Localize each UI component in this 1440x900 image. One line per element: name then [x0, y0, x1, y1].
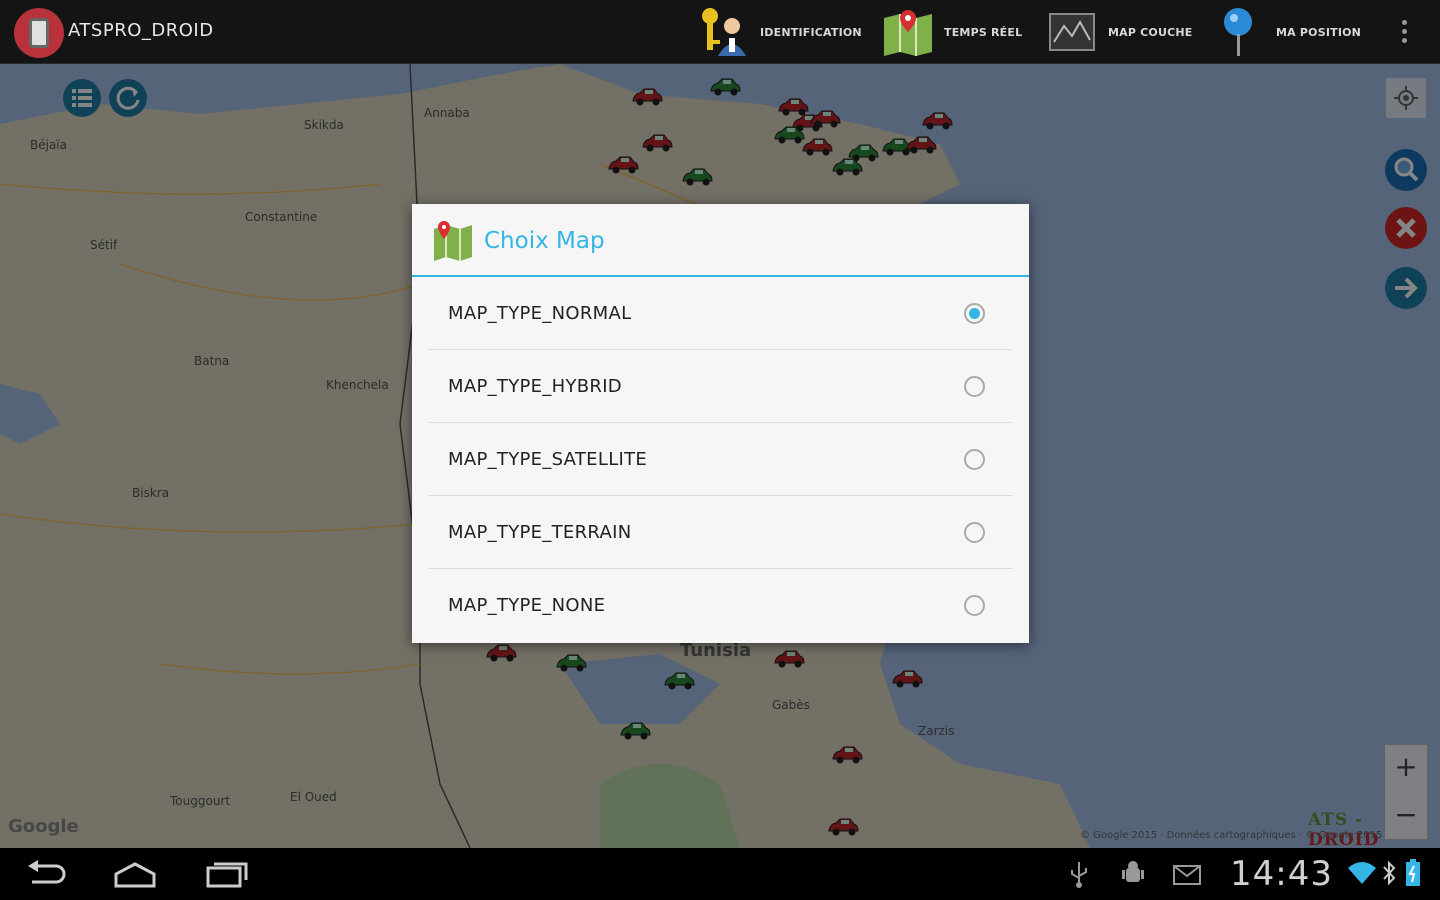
- system-nav-bar: 14:43: [0, 848, 1440, 900]
- action-map-couche[interactable]: MAP COUCHE: [1044, 0, 1193, 64]
- status-clock[interactable]: 14:43: [1230, 854, 1333, 894]
- map-layer-icon: [1044, 4, 1100, 60]
- radio-selected-icon[interactable]: [964, 303, 985, 324]
- option-label: MAP_TYPE_SATELLITE: [448, 449, 648, 470]
- dialog-title: Choix Map: [484, 228, 605, 254]
- option-label: MAP_TYPE_HYBRID: [448, 376, 622, 397]
- action-label: TEMPS RÉEL: [944, 25, 1023, 39]
- bluetooth-icon: [1382, 860, 1396, 890]
- action-label: IDENTIFICATION: [760, 25, 862, 39]
- wifi-icon: [1346, 860, 1378, 890]
- dialog-header: Choix Map: [412, 204, 1029, 277]
- radio-unselected-icon[interactable]: [964, 522, 985, 543]
- map-type-options: MAP_TYPE_NORMAL MAP_TYPE_HYBRID MAP_TYPE…: [412, 277, 1029, 642]
- recent-apps-icon[interactable]: [204, 860, 250, 892]
- map-pin-icon: [432, 221, 474, 261]
- option-map-type-terrain[interactable]: MAP_TYPE_TERRAIN: [428, 496, 1013, 569]
- map-pin-icon: [880, 4, 936, 60]
- back-icon[interactable]: [24, 860, 68, 892]
- option-map-type-hybrid[interactable]: MAP_TYPE_HYBRID: [428, 350, 1013, 423]
- radio-unselected-icon[interactable]: [964, 449, 985, 470]
- action-ma-position[interactable]: MA POSITION: [1212, 0, 1361, 64]
- action-label: MAP COUCHE: [1108, 25, 1193, 39]
- option-map-type-none[interactable]: MAP_TYPE_NONE: [428, 569, 1013, 642]
- action-temps-reel[interactable]: TEMPS RÉEL: [880, 0, 1022, 64]
- radio-unselected-icon[interactable]: [964, 376, 985, 397]
- map-type-dialog: Choix Map MAP_TYPE_NORMAL MAP_TYPE_HYBRI…: [412, 204, 1029, 643]
- overflow-menu-icon[interactable]: [1394, 16, 1414, 48]
- option-label: MAP_TYPE_TERRAIN: [448, 522, 632, 543]
- option-map-type-normal[interactable]: MAP_TYPE_NORMAL: [428, 277, 1013, 350]
- radio-unselected-icon[interactable]: [964, 595, 985, 616]
- mail-icon: [1172, 864, 1202, 890]
- app-logo-icon[interactable]: [14, 8, 64, 58]
- action-label: MA POSITION: [1276, 25, 1362, 39]
- app-title: ATSPRO_DROID: [68, 20, 214, 41]
- option-map-type-satellite[interactable]: MAP_TYPE_SATELLITE: [428, 423, 1013, 496]
- blue-pushpin-icon: [1212, 4, 1268, 60]
- home-icon[interactable]: [112, 862, 158, 892]
- action-identification[interactable]: IDENTIFICATION: [696, 0, 862, 64]
- usb-icon: [1068, 860, 1090, 892]
- action-bar: ATSPRO_DROID IDENTIFICATION TEMPS RÉEL M…: [0, 0, 1440, 64]
- battery-icon: [1404, 858, 1422, 892]
- android-debug-icon: [1120, 860, 1146, 892]
- option-label: MAP_TYPE_NORMAL: [448, 303, 632, 324]
- option-label: MAP_TYPE_NONE: [448, 595, 606, 616]
- keys-user-icon: [696, 4, 752, 60]
